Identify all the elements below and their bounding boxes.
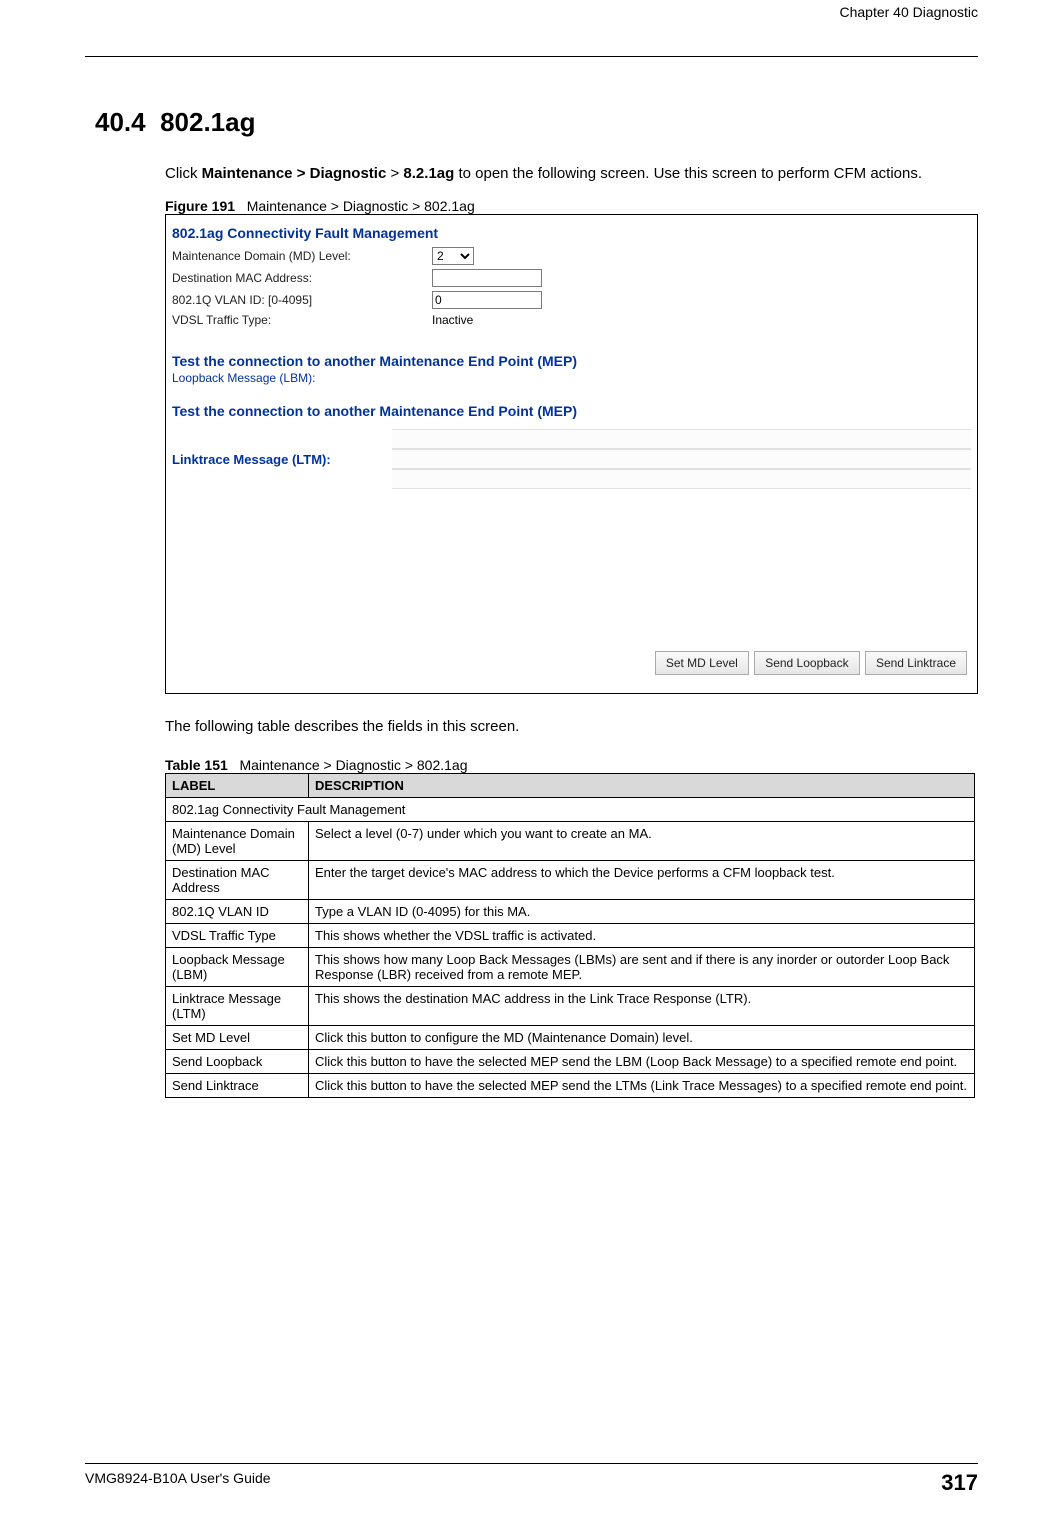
table-intro: The following table describes the fields… xyxy=(165,716,958,737)
intro-post: to open the following screen. Use this s… xyxy=(454,165,922,182)
th-label: LABEL xyxy=(166,774,309,798)
vlan-id-label: 802.1Q VLAN ID: [0-4095] xyxy=(172,293,432,307)
ltm-row-2 xyxy=(392,449,971,469)
table-row: Linktrace Message (LTM)This shows the de… xyxy=(166,987,975,1026)
figure-caption: Figure 191 Maintenance > Diagnostic > 80… xyxy=(165,198,978,214)
table-row: Maintenance Domain (MD) LevelSelect a le… xyxy=(166,822,975,861)
ltm-row-3 xyxy=(392,469,971,489)
embedded-screenshot: 802.1ag Connectivity Fault Management Ma… xyxy=(165,214,978,694)
table-caption-label: Table 151 xyxy=(165,757,228,773)
cell-label: Send Loopback xyxy=(166,1050,309,1074)
cell-label: VDSL Traffic Type xyxy=(166,924,309,948)
cell-desc: Enter the target device's MAC address to… xyxy=(309,861,975,900)
table-row: Set MD LevelClick this button to configu… xyxy=(166,1026,975,1050)
table-row: Destination MAC AddressEnter the target … xyxy=(166,861,975,900)
table-row: Loopback Message (LBM)This shows how man… xyxy=(166,948,975,987)
send-loopback-button[interactable]: Send Loopback xyxy=(754,651,859,675)
md-level-select[interactable]: 2 xyxy=(432,247,474,265)
figure-caption-text: Maintenance > Diagnostic > 802.1ag xyxy=(247,198,475,214)
dest-mac-input[interactable] xyxy=(432,269,542,287)
md-level-label: Maintenance Domain (MD) Level: xyxy=(172,249,432,263)
table-caption-text: Maintenance > Diagnostic > 802.1ag xyxy=(239,757,467,773)
cell-label: Set MD Level xyxy=(166,1026,309,1050)
cell-label: Destination MAC Address xyxy=(166,861,309,900)
cell-label: Linktrace Message (LTM) xyxy=(166,987,309,1026)
footer-page-number: 317 xyxy=(941,1470,978,1496)
cell-label: Loopback Message (LBM) xyxy=(166,948,309,987)
cell-label: Send Linktrace xyxy=(166,1074,309,1098)
cell-desc: This shows whether the VDSL traffic is a… xyxy=(309,924,975,948)
set-md-level-button[interactable]: Set MD Level xyxy=(655,651,749,675)
table-row: VDSL Traffic TypeThis shows whether the … xyxy=(166,924,975,948)
cell-label: 802.1Q VLAN ID xyxy=(166,900,309,924)
section-heading: 40.4 802.1ag xyxy=(95,107,978,138)
ss-title: 802.1ag Connectivity Fault Management xyxy=(172,225,971,241)
cell-desc: Type a VLAN ID (0-4095) for this MA. xyxy=(309,900,975,924)
cell-desc: This shows how many Loop Back Messages (… xyxy=(309,948,975,987)
intro-paragraph: Click Maintenance > Diagnostic > 8.2.1ag… xyxy=(165,163,958,184)
lbm-label: Loopback Message (LBM): xyxy=(172,371,971,385)
section-number: 40.4 xyxy=(95,107,146,137)
cell-desc: Click this button to configure the MD (M… xyxy=(309,1026,975,1050)
table-row: 802.1Q VLAN IDType a VLAN ID (0-4095) fo… xyxy=(166,900,975,924)
table-row: Send LoopbackClick this button to have t… xyxy=(166,1050,975,1074)
chapter-header: Chapter 40 Diagnostic xyxy=(85,0,978,26)
th-description: DESCRIPTION xyxy=(309,774,975,798)
cell-desc: Click this button to have the selected M… xyxy=(309,1050,975,1074)
footer-divider xyxy=(85,1463,978,1464)
intro-bold-1: Maintenance > Diagnostic xyxy=(202,165,387,182)
cell-desc: Click this button to have the selected M… xyxy=(309,1074,975,1098)
table-section-row: 802.1ag Connectivity Fault Management xyxy=(166,798,975,822)
cell-label: Maintenance Domain (MD) Level xyxy=(166,822,309,861)
figure-label: Figure 191 xyxy=(165,198,235,214)
vdsl-type-value: Inactive xyxy=(432,313,473,327)
intro-pre: Click xyxy=(165,165,202,182)
table-caption: Table 151 Maintenance > Diagnostic > 802… xyxy=(165,757,978,773)
mep-heading-1: Test the connection to another Maintenan… xyxy=(172,353,971,369)
dest-mac-label: Destination MAC Address: xyxy=(172,271,432,285)
intro-bold-2: 8.2.1ag xyxy=(403,165,454,182)
footer-guide: VMG8924-B10A User's Guide xyxy=(85,1470,271,1496)
section-title: 802.1ag xyxy=(160,107,255,137)
vlan-id-input[interactable] xyxy=(432,291,542,309)
intro-mid: > xyxy=(386,165,403,182)
ltm-label: Linktrace Message (LTM): xyxy=(172,452,392,467)
header-divider xyxy=(85,56,978,57)
description-table: LABEL DESCRIPTION 802.1ag Connectivity F… xyxy=(165,773,975,1098)
ltm-row-1 xyxy=(392,429,971,449)
vdsl-type-label: VDSL Traffic Type: xyxy=(172,313,432,327)
mep-heading-2: Test the connection to another Maintenan… xyxy=(172,403,971,419)
table-row: Send LinktraceClick this button to have … xyxy=(166,1074,975,1098)
cell-desc: Select a level (0-7) under which you wan… xyxy=(309,822,975,861)
page-footer: VMG8924-B10A User's Guide 317 xyxy=(85,1463,978,1496)
cell-desc: This shows the destination MAC address i… xyxy=(309,987,975,1026)
send-linktrace-button[interactable]: Send Linktrace xyxy=(865,651,967,675)
